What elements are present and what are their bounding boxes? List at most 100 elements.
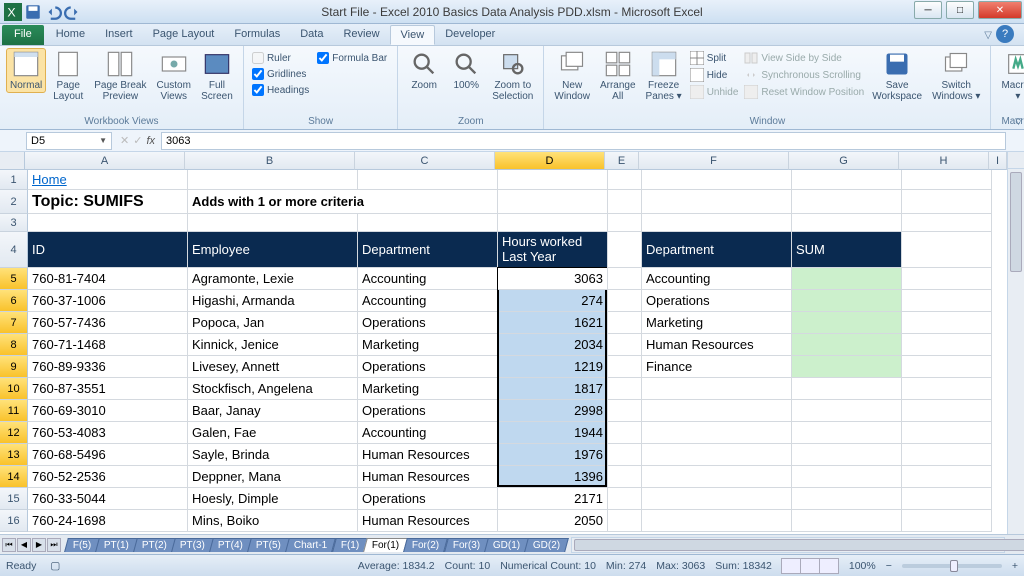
cell-H5[interactable] [902,268,992,290]
enter-formula-icon[interactable]: ✓ [133,134,142,147]
cell-H13[interactable] [902,444,992,466]
cell-A4[interactable]: ID [28,232,188,268]
cell-H15[interactable] [902,488,992,510]
cell-D5[interactable]: 3063 [498,268,608,290]
fx-icon[interactable]: fx [146,135,155,147]
tab-view[interactable]: View [390,25,436,45]
cell-G4[interactable]: SUM [792,232,902,268]
cell-B3[interactable] [188,214,358,232]
cell-F16[interactable] [642,510,792,532]
cell-D9[interactable]: 1219 [498,356,608,378]
sheet-tab-for2[interactable]: For(2) [403,538,448,552]
split-button[interactable]: Split [688,50,741,66]
cell-B14[interactable]: Deppner, Mana [188,466,358,488]
sheet-tab-pt1[interactable]: PT(1) [95,538,138,552]
sheet-tab-chart-1[interactable]: Chart-1 [285,538,336,552]
cell-B12[interactable]: Galen, Fae [188,422,358,444]
cell-H7[interactable] [902,312,992,334]
cell-H9[interactable] [902,356,992,378]
freeze-panes-button[interactable]: Freeze Panes ▾ [642,48,686,104]
cell-C7[interactable]: Operations [358,312,498,334]
redo-icon[interactable] [64,3,82,21]
horizontal-scrollbar[interactable] [571,537,1005,553]
zoom-out-button[interactable]: − [886,560,892,572]
status-rec-icon[interactable]: ▢ [50,560,60,572]
cell-D7[interactable]: 1621 [498,312,608,334]
cell-G8[interactable] [792,334,902,356]
cell-C6[interactable]: Accounting [358,290,498,312]
cell-B10[interactable]: Stockfisch, Angelena [188,378,358,400]
row-header-3[interactable]: 3 [0,214,28,232]
ruler-checkbox[interactable]: Ruler [252,52,309,64]
cell-C16[interactable]: Human Resources [358,510,498,532]
cell-H10[interactable] [902,378,992,400]
cell-D16[interactable]: 2050 [498,510,608,532]
view-shortcut-buttons[interactable] [782,558,839,574]
cell-D2[interactable] [498,190,608,214]
tab-developer[interactable]: Developer [435,25,505,45]
cell-G13[interactable] [792,444,902,466]
excel-icon[interactable]: X [4,3,22,21]
row-header-7[interactable]: 7 [0,312,28,334]
cell-A9[interactable]: 760-89-9336 [28,356,188,378]
cell-F14[interactable] [642,466,792,488]
cell-F2[interactable] [642,190,792,214]
cell-A12[interactable]: 760-53-4083 [28,422,188,444]
row-header-13[interactable]: 13 [0,444,28,466]
cell-H12[interactable] [902,422,992,444]
full-screen-button[interactable]: Full Screen [197,48,237,104]
cell-G1[interactable] [792,170,902,190]
cell-F12[interactable] [642,422,792,444]
cell-F4[interactable]: Department [642,232,792,268]
sheet-tab-gd2[interactable]: GD(2) [524,538,569,552]
normal-view-button[interactable]: Normal [6,48,46,93]
cell-H14[interactable] [902,466,992,488]
formula-input[interactable]: 3063 [161,132,1006,150]
cell-H2[interactable] [902,190,992,214]
sheet-tab-pt4[interactable]: PT(4) [209,538,252,552]
tab-insert[interactable]: Insert [95,25,143,45]
cell-F3[interactable] [642,214,792,232]
zoom-button[interactable]: Zoom [404,48,444,93]
cell-E6[interactable] [608,290,642,312]
row-header-9[interactable]: 9 [0,356,28,378]
cell-F6[interactable]: Operations [642,290,792,312]
maximize-button[interactable]: □ [946,1,974,19]
custom-views-button[interactable]: Custom Views [153,48,195,104]
cell-D12[interactable]: 1944 [498,422,608,444]
cell-G15[interactable] [792,488,902,510]
undo-icon[interactable] [44,3,62,21]
cell-H16[interactable] [902,510,992,532]
cell-H4[interactable] [902,232,992,268]
page-break-button[interactable]: Page Break Preview [90,48,150,104]
cell-D1[interactable] [498,170,608,190]
name-box[interactable]: D5▼ [26,132,112,150]
cancel-formula-icon[interactable]: ✕ [120,134,129,147]
cell-B11[interactable]: Baar, Janay [188,400,358,422]
cell-B13[interactable]: Sayle, Brinda [188,444,358,466]
cell-D4[interactable]: Hours worked Last Year [498,232,608,268]
cell-B7[interactable]: Popoca, Jan [188,312,358,334]
status-zoom[interactable]: 100% [849,560,876,572]
cell-C5[interactable]: Accounting [358,268,498,290]
tab-data[interactable]: Data [290,25,333,45]
cell-A3[interactable] [28,214,188,232]
cell-F1[interactable] [642,170,792,190]
cell-F7[interactable]: Marketing [642,312,792,334]
cell-E5[interactable] [608,268,642,290]
tab-review[interactable]: Review [333,25,389,45]
gridlines-checkbox[interactable]: Gridlines [252,68,309,80]
switch-windows-button[interactable]: Switch Windows ▾ [928,48,984,104]
cell-D13[interactable]: 1976 [498,444,608,466]
ribbon-min-icon[interactable]: ▽ [984,30,992,41]
cell-D6[interactable]: 274 [498,290,608,312]
hide-button[interactable]: Hide [688,67,741,83]
cell-A6[interactable]: 760-37-1006 [28,290,188,312]
cell-B4[interactable]: Employee [188,232,358,268]
cell-G14[interactable] [792,466,902,488]
cell-B5[interactable]: Agramonte, Lexie [188,268,358,290]
cell-H6[interactable] [902,290,992,312]
cell-D3[interactable] [498,214,608,232]
save-icon[interactable] [24,3,42,21]
row-header-12[interactable]: 12 [0,422,28,444]
